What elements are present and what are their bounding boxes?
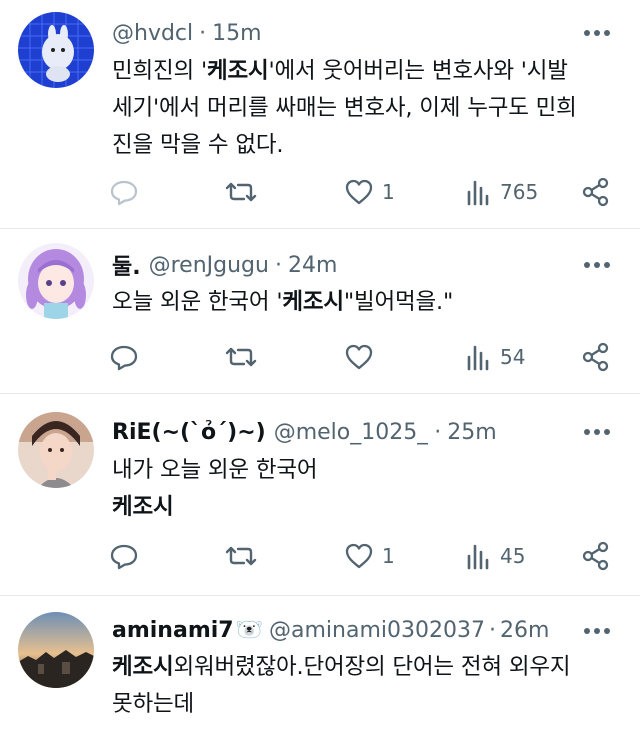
highlight-keyword: 케조시 xyxy=(112,654,174,680)
separator-dot: · xyxy=(274,252,282,278)
views-bars-icon xyxy=(467,544,489,570)
share-nodes-icon xyxy=(582,342,609,372)
views-button[interactable]: 45 xyxy=(466,536,525,576)
tweet-2[interactable]: 둘. @renJgugu · 24m 오늘 외운 한국어 '케조시"빌어먹을."… xyxy=(0,229,640,392)
retweet-button[interactable] xyxy=(224,536,258,576)
user-handle[interactable]: @aminami0302037 xyxy=(269,618,485,643)
more-options-icon[interactable] xyxy=(584,30,610,38)
avatar[interactable] xyxy=(18,412,94,488)
action-bar: 1 765 xyxy=(100,172,620,212)
share-button[interactable] xyxy=(582,172,610,212)
retweet-button[interactable] xyxy=(224,172,258,212)
highlight-keyword: 케조시 xyxy=(282,289,344,315)
like-button[interactable]: 1 xyxy=(344,536,395,576)
avatar[interactable] xyxy=(18,12,94,88)
timestamp[interactable]: 24m xyxy=(288,253,337,278)
display-name[interactable]: aminami7🐻‍❄️ xyxy=(112,618,263,643)
user-handle[interactable]: @renJgugu xyxy=(149,253,269,278)
view-count: 765 xyxy=(500,180,539,204)
like-button[interactable] xyxy=(344,337,374,377)
retweet-arrows-icon xyxy=(225,182,257,202)
action-bar: 1 45 xyxy=(100,536,620,576)
heart-icon xyxy=(345,344,373,370)
tweet-3[interactable]: RiE(~(`ỏ´)~) @melo_1025_ · 25m 내가 오늘 외운 … xyxy=(0,394,640,594)
views-bars-icon xyxy=(467,180,489,206)
user-handle[interactable]: @melo_1025_ xyxy=(274,420,429,445)
tweet-text: 민희진의 '케조시'에서 웃어버리는 변호사와 '시발 세기'에서 머리를 싸매… xyxy=(112,58,577,158)
reply-button[interactable] xyxy=(108,536,140,576)
like-count: 1 xyxy=(382,180,395,204)
display-name[interactable]: RiE(~(`ỏ´)~) xyxy=(112,420,266,445)
views-bars-icon xyxy=(467,345,489,371)
action-bar: 54 xyxy=(100,337,620,377)
share-nodes-icon xyxy=(582,541,609,571)
display-name[interactable]: 둘. xyxy=(112,249,141,281)
tweet-text: 케조시외워버렸잖아.단어장의 단어는 전혀 외우지 못하는데 xyxy=(112,654,571,717)
share-nodes-icon xyxy=(582,177,609,207)
reply-bubble-icon xyxy=(110,544,138,570)
polar-bear-emoji-icon: 🐻‍❄️ xyxy=(235,617,263,643)
like-count: 1 xyxy=(382,544,395,568)
views-button[interactable]: 54 xyxy=(466,337,525,377)
avatar[interactable] xyxy=(18,243,94,319)
more-options-icon[interactable] xyxy=(584,262,610,270)
share-button[interactable] xyxy=(582,337,610,377)
reply-bubble-icon xyxy=(110,345,138,371)
reply-button[interactable] xyxy=(108,172,140,212)
timestamp[interactable]: 15m xyxy=(212,21,261,46)
timestamp[interactable]: 26m xyxy=(500,618,549,643)
reply-button[interactable] xyxy=(108,337,140,377)
tweet-text: 오늘 외운 한국어 '케조시"빌어먹을." xyxy=(112,289,454,315)
highlight-keyword: 케조시 xyxy=(112,494,174,520)
heart-icon xyxy=(345,543,373,569)
user-handle[interactable]: @hvdcl xyxy=(112,21,193,46)
avatar[interactable] xyxy=(18,612,94,688)
separator-dot: · xyxy=(488,617,496,643)
tweet-header: aminami7🐻‍❄️ @aminami0302037 · 26m xyxy=(112,612,640,648)
view-count: 45 xyxy=(500,544,526,568)
retweet-arrows-icon xyxy=(225,347,257,367)
heart-icon xyxy=(345,179,373,205)
more-options-icon[interactable] xyxy=(584,429,610,437)
tweet-header: RiE(~(`ỏ´)~) @melo_1025_ · 25m xyxy=(112,414,640,450)
tweet-text: 내가 오늘 외운 한국어 케조시 xyxy=(112,457,318,520)
share-button[interactable] xyxy=(582,536,610,576)
retweet-arrows-icon xyxy=(225,546,257,566)
highlight-keyword: 케조시 xyxy=(206,58,269,84)
reply-bubble-icon xyxy=(110,180,138,206)
tweet-header: @hvdcl · 15m xyxy=(112,15,640,51)
tweet-4[interactable]: aminami7🐻‍❄️ @aminami0302037 · 26m 케조시외워… xyxy=(0,596,640,740)
retweet-button[interactable] xyxy=(224,337,258,377)
views-button[interactable]: 765 xyxy=(466,172,538,212)
like-button[interactable]: 1 xyxy=(344,172,395,212)
separator-dot: · xyxy=(199,20,207,46)
separator-dot: · xyxy=(434,419,442,445)
view-count: 54 xyxy=(500,345,526,369)
timestamp[interactable]: 25m xyxy=(447,420,496,445)
more-options-icon[interactable] xyxy=(584,628,610,636)
tweet-header: 둘. @renJgugu · 24m xyxy=(112,247,640,283)
tweet-1[interactable]: @hvdcl · 15m 민희진의 '케조시'에서 웃어버리는 변호사와 '시발… xyxy=(0,0,640,228)
